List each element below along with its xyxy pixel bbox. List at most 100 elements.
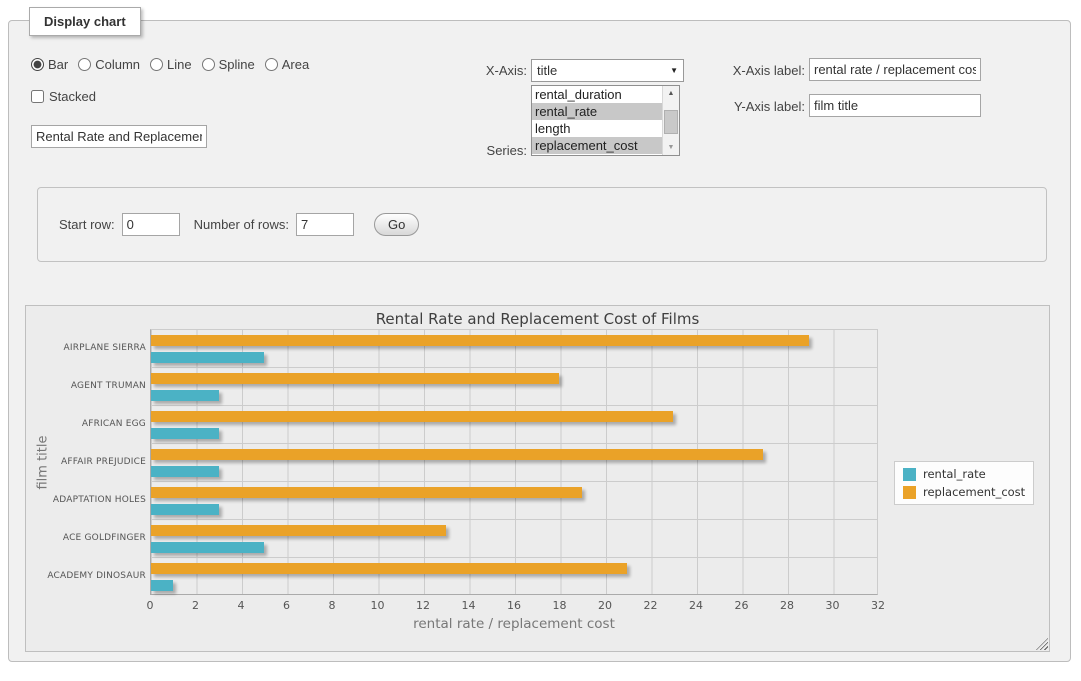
scroll-up-icon[interactable]: ▲ (663, 86, 679, 101)
resize-handle-icon[interactable] (1036, 638, 1048, 650)
series-scrollbar[interactable]: ▲ ▼ (662, 86, 679, 155)
x-axis-select[interactable]: title ▼ (531, 59, 684, 82)
series-option-rental-duration[interactable]: rental_duration (532, 86, 662, 103)
x-tick-label: 6 (283, 599, 290, 612)
y-axis-category-labels: AIRPLANE SIERRAAGENT TRUMANAFRICAN EGGAF… (26, 329, 146, 595)
x-tick-label: 0 (147, 599, 154, 612)
scrollbar-thumb[interactable] (664, 110, 678, 134)
chart-type-option-line: Line (150, 57, 192, 72)
x-axis-label-input[interactable] (809, 58, 981, 81)
series-options: rental_durationrental_ratelengthreplacem… (532, 86, 662, 155)
x-tick-label: 12 (416, 599, 430, 612)
row-range-panel: Start row: Number of rows: Go (37, 187, 1047, 262)
page: Display chart Bar Column Line Spline Area St… (0, 0, 1081, 681)
chart-type-label: Bar (48, 57, 68, 72)
x-axis-title: rental rate / replacement cost (150, 616, 878, 632)
stacked-label: Stacked (49, 89, 96, 104)
category-label: AFFAIR PREJUDICE (26, 443, 146, 481)
category-label: ADAPTATION HOLES (26, 481, 146, 519)
num-rows-input[interactable] (296, 213, 354, 236)
category-label: AGENT TRUMAN (26, 367, 146, 405)
legend-item-replacement-cost: replacement_cost (903, 485, 1025, 499)
num-rows-label: Number of rows: (194, 217, 289, 232)
chart-type-label: Line (167, 57, 192, 72)
bar-replacement-cost (151, 373, 559, 384)
x-tick-label: 28 (780, 599, 794, 612)
chart-type-radio-line[interactable] (150, 58, 163, 71)
legend-label: replacement_cost (923, 485, 1025, 499)
bar-rental-rate (151, 352, 264, 363)
go-button[interactable]: Go (374, 213, 419, 236)
chart-type-label: Spline (219, 57, 255, 72)
x-axis-selected-value: title (537, 63, 557, 78)
chart-type-radio-column[interactable] (78, 58, 91, 71)
legend-swatch-icon (903, 486, 916, 499)
legend-item-rental-rate: rental_rate (903, 467, 1025, 481)
x-tick-label: 10 (371, 599, 385, 612)
series-option-length[interactable]: length (532, 120, 662, 137)
x-tick-label: 22 (644, 599, 658, 612)
series-multiselect[interactable]: rental_durationrental_ratelengthreplacem… (531, 85, 680, 156)
y-axis-label-field-label: Y-Axis label: (721, 99, 805, 114)
scroll-down-icon[interactable]: ▼ (663, 140, 679, 155)
chart-band-academy-dinosaur (151, 558, 877, 596)
chart-title-input[interactable] (31, 125, 207, 148)
category-label: ACE GOLDFINGER (26, 519, 146, 557)
x-tick-label: 2 (192, 599, 199, 612)
stacked-checkbox[interactable] (31, 90, 44, 103)
bar-rental-rate (151, 428, 219, 439)
start-row-label: Start row: (59, 217, 115, 232)
chart-type-option-area: Area (265, 57, 309, 72)
chart-type-radio-area[interactable] (265, 58, 278, 71)
x-axis-select-label: X-Axis: (461, 63, 527, 78)
x-tick-label: 26 (735, 599, 749, 612)
category-label: AFRICAN EGG (26, 405, 146, 443)
bar-replacement-cost (151, 487, 582, 498)
chart-title: Rental Rate and Replacement Cost of Film… (26, 310, 1049, 328)
chart-type-radio-group: Bar Column Line Spline Area (31, 57, 315, 72)
bar-replacement-cost (151, 449, 763, 460)
bar-rental-rate (151, 580, 173, 591)
chevron-down-icon: ▼ (670, 66, 678, 75)
y-axis-label-input[interactable] (809, 94, 981, 117)
x-tick-label: 18 (553, 599, 567, 612)
bar-rental-rate (151, 504, 219, 515)
bar-rental-rate (151, 390, 219, 401)
chart-band-ace-goldfinger (151, 520, 877, 558)
x-axis-label-field-label: X-Axis label: (721, 63, 805, 78)
bar-replacement-cost (151, 563, 627, 574)
series-option-rental-rate[interactable]: rental_rate (532, 103, 662, 120)
chart-type-option-spline: Spline (202, 57, 255, 72)
bar-replacement-cost (151, 525, 446, 536)
x-tick-label: 20 (598, 599, 612, 612)
bar-replacement-cost (151, 335, 809, 346)
start-row-input[interactable] (122, 213, 180, 236)
bar-rental-rate (151, 466, 219, 477)
x-tick-label: 4 (238, 599, 245, 612)
plot-area (150, 329, 878, 595)
stacked-checkbox-row: Stacked (31, 89, 96, 104)
category-label: ACADEMY DINOSAUR (26, 557, 146, 595)
display-chart-fieldset: Display chart BarColumnLineSplineArea St… (8, 20, 1071, 662)
x-tick-label: 24 (689, 599, 703, 612)
legend-label: rental_rate (923, 467, 986, 481)
fieldset-legend: Display chart (29, 7, 141, 36)
category-label: AIRPLANE SIERRA (26, 329, 146, 367)
series-option-replacement-cost[interactable]: replacement_cost (532, 137, 662, 154)
chart-type-option-column: Column (78, 57, 140, 72)
chart-legend: rental_rate replacement_cost (894, 461, 1034, 505)
chart-band-agent-truman (151, 368, 877, 406)
chart-band-affair-prejudice (151, 444, 877, 482)
chart-type-label: Column (95, 57, 140, 72)
chart-type-radio-bar[interactable] (31, 58, 44, 71)
legend-swatch-icon (903, 468, 916, 481)
bar-replacement-cost (151, 411, 673, 422)
x-tick-label: 32 (871, 599, 885, 612)
chart-band-airplane-sierra (151, 330, 877, 368)
chart-container: Rental Rate and Replacement Cost of Film… (25, 305, 1050, 652)
series-select-label: Series: (461, 143, 527, 158)
x-tick-label: 16 (507, 599, 521, 612)
chart-type-radio-spline[interactable] (202, 58, 215, 71)
chart-band-adaptation-holes (151, 482, 877, 520)
chart-band-african-egg (151, 406, 877, 444)
